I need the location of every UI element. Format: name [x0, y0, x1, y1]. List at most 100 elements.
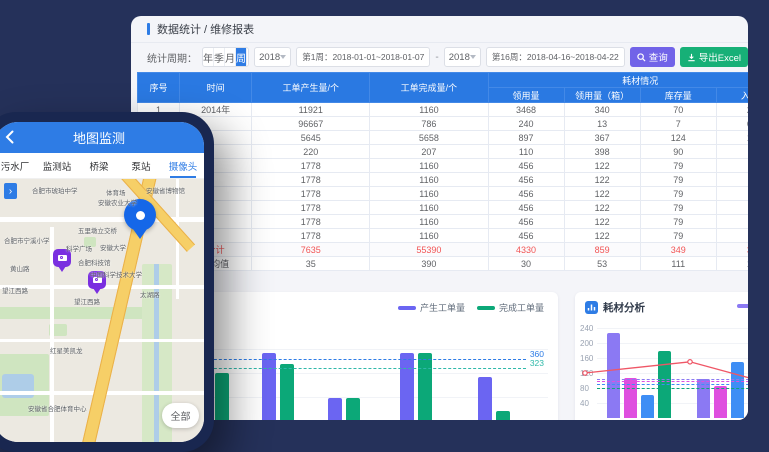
phone-page-title: 地图监测 [73, 128, 125, 147]
table-cell: 390 [370, 257, 488, 271]
start-week-input[interactable]: 第1周：2018-01-01~2018-01-07 [296, 47, 430, 67]
table-cell: 5645 [252, 131, 370, 145]
table-row: 5177811604561227967 [138, 159, 749, 173]
table-cell: 5658 [370, 131, 488, 145]
table-cell: 1160 [370, 103, 488, 117]
export-button-label: 导出Excel [699, 50, 741, 64]
tab-污水厂[interactable]: 污水厂 [0, 153, 36, 178]
query-button[interactable]: 查询 [630, 47, 675, 67]
table-cell: 79 [640, 215, 716, 229]
y-axis-tick: 160 [580, 354, 593, 363]
table-cell: 367 [564, 131, 640, 145]
period-option[interactable]: 月 [224, 48, 235, 66]
breadcrumb: 数据统计 / 维修报表 [157, 21, 254, 37]
table-cell: 456 [488, 173, 564, 187]
table-cell: 67 [716, 187, 748, 201]
gridline [159, 349, 548, 350]
table-cell: 79 [640, 187, 716, 201]
map-expand-button[interactable]: › [4, 183, 17, 199]
average-dashed-line [597, 381, 748, 382]
tab-桥梁[interactable]: 桥梁 [78, 153, 120, 178]
table-cell: 897 [488, 131, 564, 145]
bar-series-1 [607, 333, 620, 418]
table-row: 42202071103989019 [138, 145, 749, 159]
all-button-label: 全部 [171, 408, 191, 423]
table-cell: 456 [488, 187, 564, 201]
table-cell: 55390 [370, 243, 488, 257]
export-excel-button[interactable]: 导出Excel [680, 47, 748, 67]
table-cell: 1160 [370, 173, 488, 187]
all-filter-button[interactable]: 全部 [162, 403, 199, 428]
reference-line [159, 359, 526, 360]
table-cell: 1160 [370, 187, 488, 201]
pin-tail [133, 229, 147, 239]
bar-产生工单量 [400, 353, 414, 420]
table-cell: 1160 [370, 215, 488, 229]
map-label: 安徽大学 [100, 242, 126, 252]
table-row: 9177811604561227967 [138, 215, 749, 229]
period-option[interactable]: 日 [246, 48, 249, 66]
table-cell: 79 [640, 201, 716, 215]
bar-完成工单量 [280, 364, 294, 420]
chevron-down-icon [470, 55, 476, 59]
table-cell: 122 [564, 173, 640, 187]
y-axis-tick: 240 [580, 324, 593, 333]
average-row: 平均值353903053111140 [138, 257, 749, 271]
y-axis-tick: 80 [580, 384, 589, 393]
download-icon [687, 53, 696, 62]
tab-摄像头[interactable]: 摄像头 [162, 153, 204, 178]
sub-column-header: 领用量（箱） [564, 88, 640, 103]
table-cell: 859 [564, 243, 640, 257]
table-cell: 110 [488, 145, 564, 159]
camera-icon [58, 255, 67, 261]
table-row: 12014年119211160346834070250 [138, 103, 749, 117]
column-header: 工单完成量/个 [370, 73, 488, 103]
back-icon[interactable] [5, 130, 14, 144]
table-cell: 340 [564, 103, 640, 117]
end-week-input[interactable]: 第16周：2018-04-16~2018-04-22 [486, 47, 625, 67]
column-header: 时间 [180, 73, 252, 103]
table-cell: 122 [564, 229, 640, 243]
column-header: 序号 [138, 73, 180, 103]
table-cell: 398 [564, 145, 640, 159]
table-cell: 79 [640, 173, 716, 187]
map-label: 望江西路 [2, 285, 28, 295]
tab-监测站[interactable]: 监测站 [36, 153, 78, 178]
road [0, 339, 204, 342]
filter-bar: 统计周期： 年季月周日 2018 第1周：2018-01-01~2018-01-… [131, 43, 748, 71]
total-row: 合计7635553904330859349330 [138, 243, 749, 257]
table-cell: 1160 [370, 159, 488, 173]
table-cell: 11921 [252, 103, 370, 117]
sub-column-header: 入库量 [716, 88, 748, 103]
start-year-select[interactable]: 2018 [254, 47, 291, 67]
table-cell: 19 [716, 145, 748, 159]
tab-泵站[interactable]: 泵站 [120, 153, 162, 178]
range-separator: - [435, 52, 438, 63]
end-year-value: 2018 [449, 52, 470, 63]
bar-series-3 [641, 395, 654, 418]
sub-column-header: 领用量 [488, 88, 564, 103]
period-option[interactable]: 季 [213, 48, 224, 66]
table-cell: 122 [564, 159, 640, 173]
table-cell: 1160 [370, 229, 488, 243]
end-year-select[interactable]: 2018 [444, 47, 481, 67]
map-label: 望江西路 [74, 296, 100, 306]
table-cell: 220 [252, 145, 370, 159]
report-table: 序号时间工单产生量/个工单完成量/个耗材情况领用量领用量（箱）库存量入库量120… [137, 72, 748, 271]
map-view[interactable]: › 全部 合肥市琥珀中学体育场安徽农业大学安徽省博物馆五里墩立交桥合肥市宁溪小学… [0, 179, 204, 442]
table-cell: 1778 [252, 159, 370, 173]
report-table-wrap: 序号时间工单产生量/个工单完成量/个耗材情况领用量领用量（箱）库存量入库量120… [137, 72, 748, 282]
phone-header: 地图监测 [0, 122, 204, 153]
pin-dot [136, 211, 145, 220]
breadcrumb-accent [147, 23, 150, 35]
bar-完成工单量 [215, 373, 229, 420]
table-cell: 207 [370, 145, 488, 159]
period-option[interactable]: 年 [203, 48, 213, 66]
table-cell: 456 [488, 201, 564, 215]
map-label: 安徽省博物馆 [146, 185, 185, 195]
table-cell: 1778 [252, 173, 370, 187]
bar-完成工单量 [496, 411, 510, 420]
table-cell: 122 [564, 187, 640, 201]
period-option[interactable]: 周 [235, 48, 246, 66]
table-cell: 67 [716, 173, 748, 187]
